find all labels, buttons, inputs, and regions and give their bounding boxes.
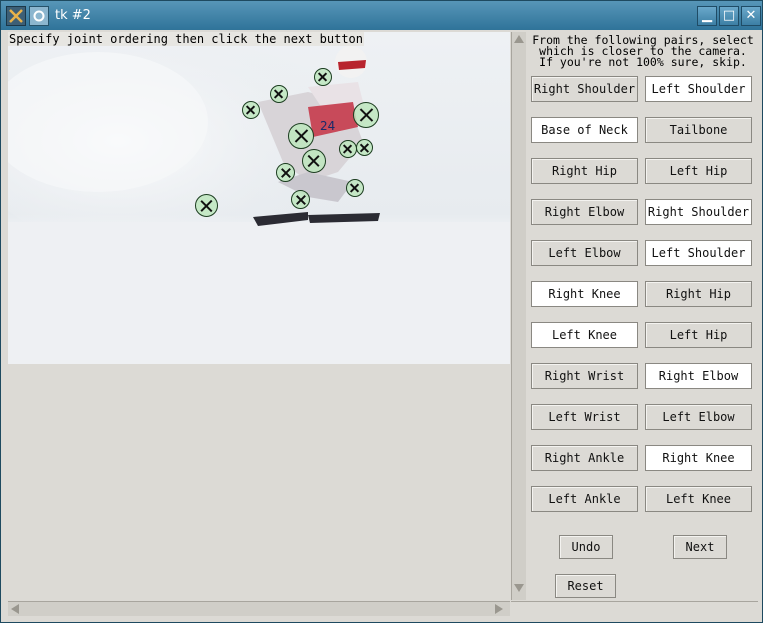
- undo-button[interactable]: Undo: [559, 535, 613, 559]
- pair-8-left-button[interactable]: Right Wrist: [531, 363, 638, 389]
- pair-11-right-button[interactable]: Left Knee: [645, 486, 752, 512]
- joint-marker[interactable]: [195, 194, 218, 217]
- pair-3-left-button[interactable]: Right Hip: [531, 158, 638, 184]
- maximize-button[interactable]: □: [719, 6, 739, 26]
- scroll-right-icon[interactable]: [495, 604, 503, 614]
- window-menu-icon[interactable]: [29, 6, 49, 26]
- pair-11-left-button[interactable]: Left Ankle: [531, 486, 638, 512]
- joint-marker[interactable]: [353, 102, 379, 128]
- pair-9-right-button[interactable]: Left Elbow: [645, 404, 752, 430]
- title-bar[interactable]: tk #2 ▁ □ ✕: [1, 1, 762, 30]
- instruction-label: Specify joint ordering then click the ne…: [8, 32, 365, 46]
- instructions-text: From the following pairs, select which i…: [532, 33, 754, 69]
- pair-selection-panel: From the following pairs, select which i…: [528, 32, 758, 600]
- pair-9-left-button[interactable]: Left Wrist: [531, 404, 638, 430]
- scroll-up-icon[interactable]: [514, 35, 524, 43]
- vertical-scrollbar[interactable]: [511, 32, 526, 600]
- pair-5-right-button[interactable]: Left Shoulder: [645, 240, 752, 266]
- image-canvas[interactable]: 24 Specify joint ordering then click the…: [8, 32, 510, 600]
- pair-6-right-button[interactable]: Right Hip: [645, 281, 752, 307]
- pair-4-right-button[interactable]: Right Shoulder: [645, 199, 752, 225]
- pair-3-right-button[interactable]: Left Hip: [645, 158, 752, 184]
- app-icon[interactable]: [6, 6, 26, 26]
- pair-4-left-button[interactable]: Right Elbow: [531, 199, 638, 225]
- horizontal-scrollbar[interactable]: [8, 601, 510, 616]
- joint-marker[interactable]: [314, 68, 332, 86]
- skier-photo: 24: [8, 32, 510, 364]
- pair-2-left-button[interactable]: Base of Neck: [531, 117, 638, 143]
- joint-marker[interactable]: [276, 163, 295, 182]
- status-strip: [511, 601, 758, 616]
- joint-marker[interactable]: [291, 190, 310, 209]
- pair-7-left-button[interactable]: Left Knee: [531, 322, 638, 348]
- joint-marker[interactable]: [270, 85, 288, 103]
- joint-marker[interactable]: [346, 179, 364, 197]
- scroll-down-icon[interactable]: [514, 584, 524, 592]
- svg-text:24: 24: [320, 119, 335, 133]
- pair-10-left-button[interactable]: Right Ankle: [531, 445, 638, 471]
- pair-5-left-button[interactable]: Left Elbow: [531, 240, 638, 266]
- skier-illustration: 24: [8, 42, 510, 364]
- pair-8-right-button[interactable]: Right Elbow: [645, 363, 752, 389]
- next-button[interactable]: Next: [673, 535, 727, 559]
- scroll-left-icon[interactable]: [11, 604, 19, 614]
- pair-1-left-button[interactable]: Right Shoulder: [531, 76, 638, 102]
- pair-2-right-button[interactable]: Tailbone: [645, 117, 752, 143]
- app-window: tk #2 ▁ □ ✕ 24 Specify joint ordering th…: [0, 0, 763, 623]
- joint-marker[interactable]: [302, 149, 326, 173]
- pair-6-left-button[interactable]: Right Knee: [531, 281, 638, 307]
- reset-button[interactable]: Reset: [555, 574, 616, 598]
- pair-7-right-button[interactable]: Left Hip: [645, 322, 752, 348]
- joint-marker[interactable]: [288, 123, 314, 149]
- pair-1-right-button[interactable]: Left Shoulder: [645, 76, 752, 102]
- window-title: tk #2: [55, 8, 91, 23]
- pair-10-right-button[interactable]: Right Knee: [645, 445, 752, 471]
- joint-marker[interactable]: [242, 101, 260, 119]
- minimize-button[interactable]: ▁: [697, 6, 717, 26]
- joint-marker[interactable]: [356, 139, 373, 156]
- joint-marker[interactable]: [339, 140, 357, 158]
- close-button[interactable]: ✕: [741, 6, 761, 26]
